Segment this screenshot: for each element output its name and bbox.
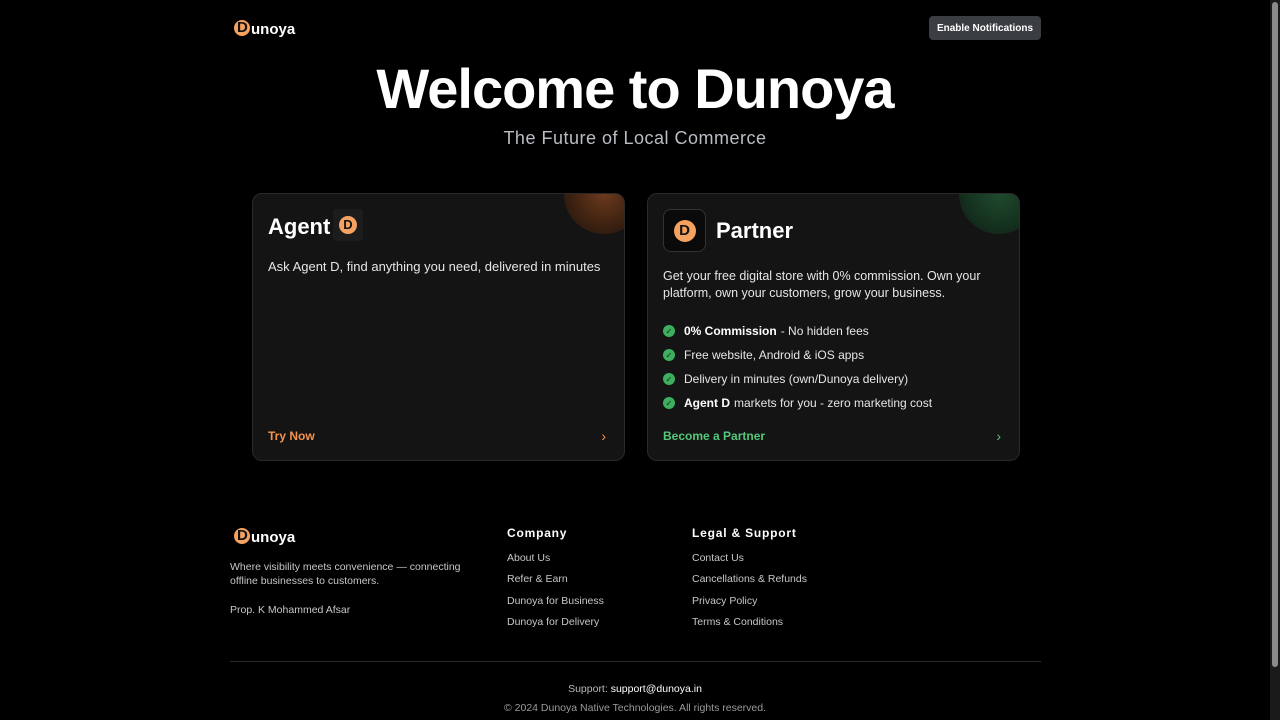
feature-item: ✓ Agent Dmarkets for you - zero marketin…	[663, 391, 932, 415]
footer-legal-column: Legal & Support Contact Us Cancellations…	[692, 526, 807, 637]
partner-d-badge-icon: D	[663, 209, 706, 252]
footer-copyright: © 2024 Dunoya Native Technologies. All r…	[503, 702, 767, 714]
support-label: Support:	[568, 683, 608, 695]
agent-card-title: Agent	[268, 214, 331, 239]
feature-item: ✓ 0% Commission - No hidden fees	[663, 319, 932, 343]
feature-item: ✓ Free website, Android & iOS apps	[663, 343, 932, 367]
try-now-link[interactable]: Try Now ›	[268, 428, 606, 444]
footer-support: Support: support@dunoya.in	[0, 683, 1270, 695]
card-glow-decoration	[564, 194, 624, 234]
logo-mark-icon: D	[234, 527, 250, 544]
footer-link-delivery[interactable]: Dunoya for Delivery	[507, 616, 604, 637]
agent-card: Agent D Ask Agent D, find anything you n…	[252, 193, 625, 461]
hero-title: Welcome to Dunoya	[376, 57, 894, 120]
footer-link-privacy[interactable]: Privacy Policy	[692, 595, 807, 616]
agent-card-description: Ask Agent D, find anything you need, del…	[268, 259, 601, 274]
logo-mark-icon: D	[234, 19, 250, 36]
page-scrollbar[interactable]	[1270, 0, 1280, 720]
card-glow-decoration	[959, 194, 1019, 234]
footer-link-business[interactable]: Dunoya for Business	[507, 595, 604, 616]
hero-subtitle: The Future of Local Commerce	[503, 128, 767, 148]
logo-wordmark: unoya	[251, 21, 296, 38]
feature-item: ✓ Delivery in minutes (own/Dunoya delive…	[663, 367, 932, 391]
footer-legal-heading: Legal & Support	[692, 526, 797, 540]
footer-link-about-us[interactable]: About Us	[507, 552, 604, 573]
partner-card: D Partner Get your free digital store wi…	[647, 193, 1020, 461]
become-partner-link[interactable]: Become a Partner ›	[663, 428, 1001, 444]
check-circle-icon: ✓	[663, 373, 675, 385]
footer-link-terms[interactable]: Terms & Conditions	[692, 616, 807, 637]
try-now-label: Try Now	[268, 429, 315, 443]
logo-wordmark: unoya	[251, 529, 296, 546]
become-partner-label: Become a Partner	[663, 429, 766, 443]
chevron-right-icon: ›	[601, 428, 606, 444]
chevron-right-icon: ›	[996, 428, 1001, 444]
enable-notifications-button[interactable]: Enable Notifications	[929, 16, 1041, 40]
header-logo[interactable]: D unoya	[234, 18, 295, 38]
footer-proprietor: Prop. K Mohammed Afsar	[230, 604, 351, 616]
footer-company-column: Company About Us Refer & Earn Dunoya for…	[507, 526, 604, 637]
footer-link-cancellations[interactable]: Cancellations & Refunds	[692, 573, 807, 594]
footer-logo[interactable]: D unoya	[234, 526, 295, 546]
scrollbar-thumb[interactable]	[1272, 2, 1278, 667]
check-circle-icon: ✓	[663, 349, 675, 361]
partner-feature-list: ✓ 0% Commission - No hidden fees ✓ Free w…	[663, 319, 932, 415]
footer-link-refer-earn[interactable]: Refer & Earn	[507, 573, 604, 594]
partner-card-title: Partner	[716, 218, 794, 243]
partner-card-description: Get your free digital store with 0% comm…	[663, 269, 981, 300]
check-circle-icon: ✓	[663, 397, 675, 409]
support-email-link[interactable]: support@dunoya.in	[611, 683, 702, 695]
footer-link-contact[interactable]: Contact Us	[692, 552, 807, 573]
check-circle-icon: ✓	[663, 325, 675, 337]
footer-company-heading: Company	[507, 526, 568, 540]
agent-d-badge-icon: D	[333, 209, 363, 241]
footer-about-text: Where visibility meets convenience — con…	[230, 561, 461, 587]
footer-divider	[230, 661, 1041, 662]
